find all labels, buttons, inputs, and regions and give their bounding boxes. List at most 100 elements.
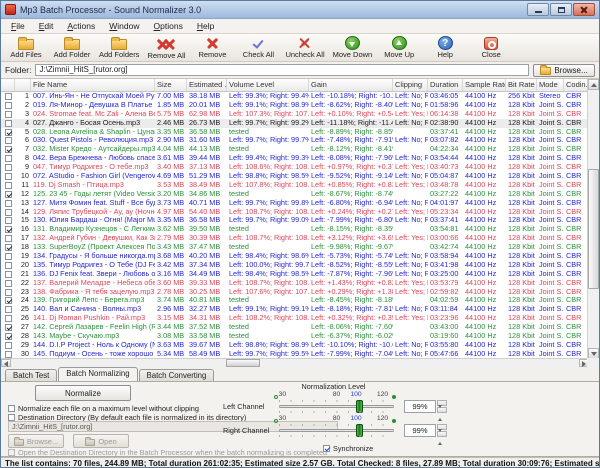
scroll-up-arrow[interactable] <box>588 79 599 90</box>
menu-file[interactable]: File <box>5 20 31 32</box>
minimize-button[interactable] <box>527 3 549 16</box>
row-checkbox[interactable] <box>5 217 12 224</box>
maximize-button[interactable] <box>550 3 572 16</box>
header-file-name[interactable]: File Name <box>31 79 155 91</box>
table-row[interactable]: 6 030. Quest Pistols - Революция.mp3 2.9… <box>1 136 589 145</box>
row-checkbox[interactable] <box>5 182 12 189</box>
row-checkbox[interactable] <box>5 235 12 242</box>
menu-options[interactable]: Options <box>148 20 189 32</box>
row-checkbox[interactable] <box>5 333 12 340</box>
table-row[interactable]: 13 127. Митя Фомин feat. Stuff - Все буд… <box>1 199 589 208</box>
table-row[interactable]: 7 032. Mister Кредо - Аутсайдеры.mp3 4.0… <box>1 145 589 154</box>
open-dest-checkbox[interactable] <box>8 449 15 456</box>
row-checkbox[interactable] <box>5 289 12 296</box>
table-row[interactable]: 29 144. D.I.P Project - Ноль к Одному (N… <box>1 341 589 350</box>
table-row[interactable]: 26 141. Dj Roman Pushkin - Рай.mp3 3.15 … <box>1 314 589 323</box>
row-checkbox[interactable] <box>5 253 12 260</box>
row-checkbox[interactable] <box>5 351 12 358</box>
add-folders-button[interactable]: Add Folders <box>95 35 143 60</box>
menu-help[interactable]: Help <box>191 20 220 32</box>
tab-batch-normalizing[interactable]: Batch Normalizing <box>58 367 137 381</box>
table-row[interactable]: 21 136. DJ Fenix feat. Звери - Любовь од… <box>1 270 589 279</box>
row-checkbox[interactable] <box>5 146 12 153</box>
table-row[interactable]: 23 138. Фабрика - Я тебя зацелую.mp3 2.7… <box>1 288 589 297</box>
table-row[interactable]: 10 072. AStudio - Fashion Girl (Vengerov… <box>1 172 589 181</box>
scroll-left-arrow[interactable] <box>1 359 11 367</box>
remove-all-button[interactable]: Remove All <box>143 35 189 60</box>
row-checkbox[interactable] <box>5 324 12 331</box>
row-checkbox[interactable] <box>5 209 12 216</box>
header-gain[interactable]: Gain <box>309 79 393 91</box>
header-clipping[interactable]: Clipping <box>393 79 428 91</box>
dest-dir-checkbox[interactable] <box>8 414 15 421</box>
table-row[interactable]: 2 019. Ля-Минор - Девушка В Платье Из Си… <box>1 101 589 110</box>
normalize-button[interactable]: Normalize <box>35 385 131 401</box>
menu-edit[interactable]: Edit <box>33 20 60 32</box>
table-row[interactable]: 16 131. Владимир Кузнецов - С Легким пар… <box>1 225 589 234</box>
table-row[interactable]: 1 007. Инь-Ян - Не Отпускай Моей Руки.mp… <box>1 92 589 101</box>
row-checkbox[interactable] <box>5 244 12 251</box>
table-row[interactable]: 28 143. Maybe - Скучаю.mp3 3.08 MB 33.58… <box>1 332 589 341</box>
row-checkbox[interactable] <box>5 93 12 100</box>
move-down-button[interactable]: Move Down <box>329 35 377 60</box>
right-channel-value[interactable]: 99% <box>404 424 436 437</box>
header-size[interactable]: Size <box>155 79 187 91</box>
header-check[interactable] <box>1 79 15 91</box>
left-channel-value[interactable]: 99% <box>404 400 436 413</box>
row-checkbox[interactable] <box>5 191 12 198</box>
table-row[interactable]: 17 132. Андрей Губин - Девушки, Как Звез… <box>1 234 589 243</box>
remove-button[interactable]: Remove <box>189 35 235 60</box>
table-row[interactable]: 22 137. Валерий Меладзе - Небеса обетова… <box>1 279 589 288</box>
table-row[interactable]: 8 042. Вера Брежнева - Любовь спасет мир… <box>1 154 589 163</box>
vertical-scrollbar[interactable] <box>587 79 599 359</box>
left-spin-down-button[interactable] <box>437 407 447 413</box>
table-row[interactable]: 18 133. SuperBoyZ (Проект Алексея Потехи… <box>1 243 589 252</box>
row-checkbox[interactable] <box>5 129 12 136</box>
row-checkbox[interactable] <box>5 226 12 233</box>
row-checkbox[interactable] <box>5 280 12 287</box>
folder-browse-button[interactable]: Browse... <box>533 64 595 77</box>
max-level-checkbox[interactable] <box>8 405 15 412</box>
table-row[interactable]: 27 142. Сергей Лазарев - Feelin High (Ra… <box>1 323 589 332</box>
table-row[interactable]: 11 119. Dj Smash - Птица.mp3 3.53 MB 38.… <box>1 181 589 190</box>
menu-actions[interactable]: Actions <box>61 20 101 32</box>
row-checkbox[interactable] <box>5 102 12 109</box>
add-files-button[interactable]: Add Files <box>3 35 49 60</box>
menu-window[interactable]: Window <box>103 20 145 32</box>
dest-browse-button[interactable]: Browse... <box>8 434 64 448</box>
table-row[interactable]: 9 047. Тимур Родригез - О тебе.mp3 3.40 … <box>1 163 589 172</box>
close-toolbar-button[interactable]: Close <box>468 35 514 60</box>
horizontal-scrollbar[interactable] <box>1 358 589 367</box>
header-mode[interactable]: Mode <box>537 79 564 91</box>
row-checkbox[interactable] <box>5 155 12 162</box>
row-checkbox[interactable] <box>5 137 12 144</box>
table-row[interactable]: 3 024. Stromae feat. Mc Zali - Алена Bes… <box>1 110 589 119</box>
header-estimated[interactable]: Estimated ... <box>187 79 227 91</box>
vertical-scroll-thumb[interactable] <box>588 169 599 289</box>
row-checkbox[interactable] <box>5 111 12 118</box>
row-checkbox[interactable] <box>5 262 12 269</box>
table-row[interactable]: 4 027. Джанго - Босая Осень.mp3 2.46 MB … <box>1 119 589 128</box>
row-checkbox[interactable] <box>5 297 12 304</box>
row-checkbox[interactable] <box>5 271 12 278</box>
help-button[interactable]: ?Help <box>422 35 468 60</box>
horizontal-scroll-thumb[interactable] <box>226 359 260 367</box>
add-folder-button[interactable]: Add Folder <box>49 35 95 60</box>
folder-path-input[interactable]: J:\Zimnii_HitS_[rutor.org] <box>35 64 529 76</box>
table-row[interactable]: 19 134. Градусы - Я больше никогда.mp3 3… <box>1 252 589 261</box>
tab-batch-test[interactable]: Batch Test <box>5 369 57 381</box>
header-sample-rate[interactable]: Sample Rate <box>463 79 506 91</box>
left-channel-slider[interactable] <box>279 400 394 413</box>
right-channel-slider[interactable] <box>279 424 394 437</box>
row-checkbox[interactable] <box>5 164 12 171</box>
table-row[interactable]: 20 135. Тимур Родригез - О Тебе (DJ Feel… <box>1 261 589 270</box>
check-all-button[interactable]: Check All <box>235 35 281 60</box>
uncheck-all-button[interactable]: Uncheck All <box>281 35 328 60</box>
right-spin-down-button[interactable] <box>437 431 447 437</box>
row-checkbox[interactable] <box>5 306 12 313</box>
row-checkbox[interactable] <box>5 342 12 349</box>
table-row[interactable]: 14 129. Ляпис Трубецкой - Ау, ау (Ночное… <box>1 208 589 217</box>
table-row[interactable]: 15 130. Юлия Бардаш - Огня! (Major Music… <box>1 216 589 225</box>
tab-batch-converting[interactable]: Batch Converting <box>139 369 215 381</box>
row-checkbox[interactable] <box>5 315 12 322</box>
